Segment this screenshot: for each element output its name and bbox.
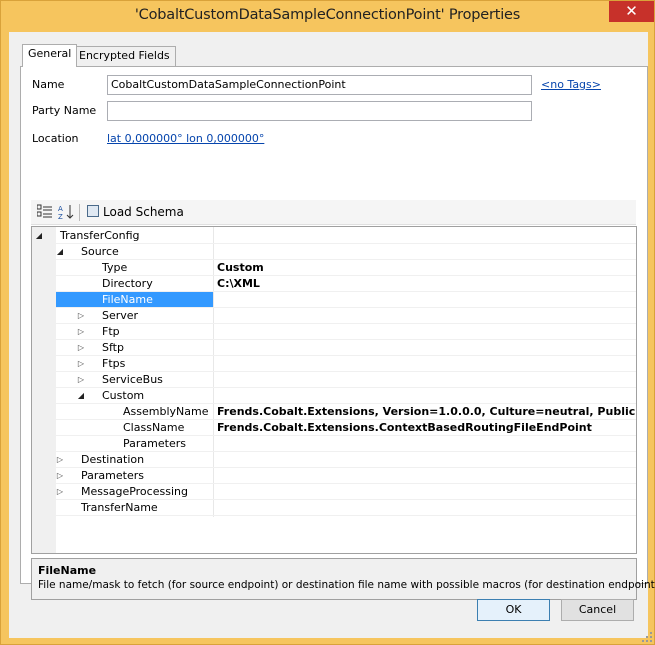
property-name: Source [81, 245, 119, 258]
property-name: MessageProcessing [81, 485, 188, 498]
grid-row[interactable]: ▷ Ftps [32, 356, 636, 372]
grid-row[interactable]: ▷ ServiceBus [32, 372, 636, 388]
grid-row[interactable]: ▷ Parameters [32, 468, 636, 484]
grid-row[interactable]: ▷ Server [32, 308, 636, 324]
cancel-button[interactable]: Cancel [561, 599, 634, 621]
resize-grip-icon[interactable] [642, 632, 652, 642]
property-name: TransferName [81, 501, 158, 514]
property-name: Parameters [81, 469, 144, 482]
expand-icon[interactable]: ▷ [55, 471, 65, 480]
grid-row[interactable]: ◢ Source [32, 244, 636, 260]
toolbar-separator [79, 204, 80, 221]
location-link[interactable]: lat 0,000000° lon 0,000000° [107, 132, 264, 145]
grid-row[interactable]: AssemblyName Frends.Cobalt.Extensions, Ve… [32, 404, 636, 420]
collapse-icon[interactable]: ◢ [34, 231, 44, 240]
tags-link[interactable]: <no Tags> [541, 78, 601, 91]
close-button[interactable]: ✕ [609, 1, 654, 22]
name-label: Name [32, 78, 65, 91]
expand-icon[interactable]: ▷ [76, 359, 86, 368]
property-value[interactable]: Frends.Cobalt.Extensions, Version=1.0.0.… [217, 405, 636, 418]
expand-icon[interactable]: ▷ [55, 487, 65, 496]
dialog-client-area: General Encrypted Fields Name CobaltCust… [9, 32, 655, 638]
property-name: Sftp [102, 341, 124, 354]
expand-icon[interactable]: ▷ [76, 375, 86, 384]
description-title: FileName [38, 564, 97, 577]
tab-general[interactable]: General [22, 44, 78, 67]
grid-row[interactable]: ▷ MessageProcessing [32, 484, 636, 500]
property-name: Directory [102, 277, 153, 290]
grid-row[interactable]: Type Custom [32, 260, 636, 276]
grid-row[interactable]: Parameters [32, 436, 636, 452]
property-name: ClassName [123, 421, 185, 434]
grid-row[interactable]: ◢ TransferConfig [32, 228, 636, 244]
collapse-icon[interactable]: ◢ [76, 391, 86, 400]
description-text: File name/mask to fetch (for source endp… [38, 579, 655, 591]
ok-button[interactable]: OK [477, 599, 550, 621]
property-value[interactable]: Frends.Cobalt.Extensions.ContextBasedRou… [217, 421, 592, 434]
description-pane: FileName File name/mask to fetch (for so… [31, 558, 655, 600]
property-grid[interactable]: ◢ TransferConfig ◢ Source Type Custom Director… [31, 226, 637, 554]
expand-icon[interactable]: ▷ [76, 327, 86, 336]
party-name-label: Party Name [32, 104, 97, 117]
properties-window: 'CobaltCustomDataSampleConnectionPoint' … [0, 0, 655, 645]
collapse-icon[interactable]: ◢ [55, 247, 65, 256]
property-name: Parameters [123, 437, 186, 450]
tab-general-label: General [28, 47, 72, 60]
property-name: Ftp [102, 325, 120, 338]
close-icon: ✕ [625, 2, 638, 20]
categorized-icon[interactable] [36, 204, 53, 220]
load-schema-button[interactable]: Load Schema [87, 203, 184, 222]
grid-row[interactable]: ClassName Frends.Cobalt.Extensions.Contex… [32, 420, 636, 436]
expand-icon[interactable]: ▷ [76, 311, 86, 320]
property-name: AssemblyName [123, 405, 209, 418]
grid-row[interactable]: ▷ Sftp [32, 340, 636, 356]
window-title: 'CobaltCustomDataSampleConnectionPoint' … [134, 7, 521, 23]
party-name-field[interactable] [107, 101, 532, 121]
svg-text:Z: Z [58, 213, 63, 220]
expand-icon[interactable]: ▷ [55, 455, 65, 464]
property-name: Custom [102, 389, 145, 402]
grid-row[interactable]: ▷ Ftp [32, 324, 636, 340]
property-name: Destination [81, 453, 145, 466]
property-value[interactable]: C:\XML [217, 277, 260, 290]
grid-row[interactable]: TransferName [32, 500, 636, 516]
property-name: Server [102, 309, 139, 322]
property-name: ServiceBus [102, 373, 163, 386]
load-schema-label: Load Schema [103, 205, 184, 219]
tab-encrypted-fields-label: Encrypted Fields [79, 49, 170, 62]
alphabetical-sort-icon[interactable]: AZ [58, 204, 75, 221]
svg-text:A: A [58, 205, 63, 213]
grid-row[interactable]: FileName [32, 292, 636, 308]
name-field[interactable]: CobaltCustomDataSampleConnectionPoint [107, 75, 532, 95]
property-value[interactable]: Custom [217, 261, 264, 274]
property-name: Type [102, 261, 128, 274]
property-grid-toolbar: AZ Load Schema [31, 200, 636, 225]
grid-row[interactable]: ▷ Destination [32, 452, 636, 468]
property-name: FileName [102, 293, 153, 306]
title-bar[interactable]: 'CobaltCustomDataSampleConnectionPoint' … [1, 1, 654, 31]
load-schema-icon [87, 205, 99, 217]
grid-row[interactable]: ◢ Custom [32, 388, 636, 404]
expand-icon[interactable]: ▷ [76, 343, 86, 352]
location-label: Location [32, 132, 79, 145]
tab-encrypted-fields[interactable]: Encrypted Fields [73, 46, 176, 66]
property-name: Ftps [102, 357, 126, 370]
grid-row[interactable]: Directory C:\XML [32, 276, 636, 292]
property-name: TransferConfig [60, 229, 140, 242]
